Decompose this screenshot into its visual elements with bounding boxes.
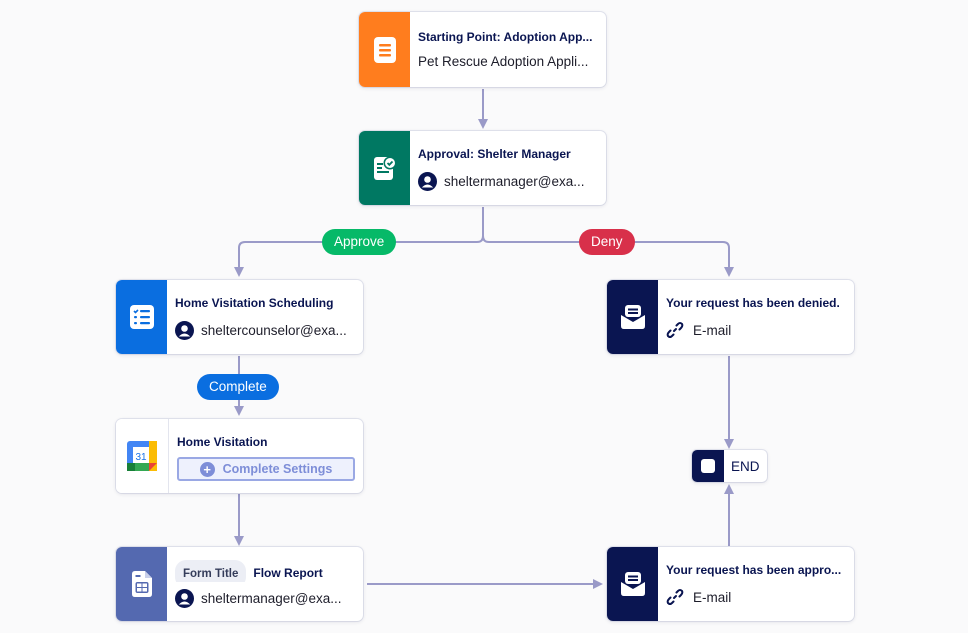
- form-title-badge: Form Title: [175, 560, 247, 582]
- user-avatar-icon: [418, 171, 437, 191]
- end-label: END: [731, 458, 760, 474]
- channel-label: E-mail: [693, 322, 732, 338]
- plus-icon: +: [199, 461, 215, 477]
- email-icon: [620, 572, 645, 596]
- node-approval-shelter-manager[interactable]: Approval: Shelter Manager sheltermanager…: [359, 131, 606, 205]
- node-title: Home Visitation Scheduling: [175, 296, 334, 310]
- node-starting-point[interactable]: Starting Point: Adoption App... Pet Resc…: [359, 12, 606, 87]
- assignee-email: sheltermanager@exa...: [444, 173, 585, 189]
- form-icon: [373, 36, 396, 63]
- task-list-icon: [129, 305, 154, 329]
- workflow-canvas[interactable]: Starting Point: Adoption App... Pet Resc…: [0, 0, 968, 633]
- channel-label: E-mail: [693, 589, 732, 605]
- report-icon: [131, 571, 152, 597]
- node-title: Your request has been denied.: [666, 296, 840, 310]
- node-subtitle: Pet Rescue Adoption Appli...: [418, 54, 589, 69]
- node-title: Approval: Shelter Manager: [418, 147, 571, 161]
- assignee-email: sheltercounselor@exa...: [201, 322, 347, 338]
- node-title: Home Visitation: [177, 435, 268, 449]
- node-flow-report[interactable]: Form Title Flow Report sheltermanager@exa…: [116, 547, 363, 621]
- node-home-visitation[interactable]: 31 Home Visitation + Complete Settings: [116, 419, 363, 493]
- approval-icon: [373, 156, 396, 180]
- email-icon: [620, 305, 645, 329]
- node-title: Starting Point: Adoption App...: [418, 29, 593, 44]
- node-title: Flow Report: [253, 566, 323, 580]
- assignee-email: sheltermanager@exa...: [201, 590, 342, 606]
- branch-deny-label[interactable]: Deny: [579, 229, 635, 255]
- link-icon: [666, 321, 684, 339]
- stop-icon: [701, 459, 715, 473]
- branch-approve-label[interactable]: Approve: [322, 229, 397, 255]
- google-calendar-icon: 31: [127, 441, 157, 471]
- node-end[interactable]: END: [692, 450, 767, 482]
- user-avatar-icon: [175, 320, 194, 340]
- node-email-denied[interactable]: Your request has been denied. E-mail: [607, 280, 854, 354]
- complete-settings-button[interactable]: + Complete Settings: [177, 457, 355, 481]
- user-avatar-icon: [175, 588, 194, 608]
- node-home-visitation-scheduling[interactable]: Home Visitation Scheduling sheltercounse…: [116, 280, 363, 354]
- link-icon: [666, 588, 684, 606]
- calendar-day: 31: [135, 452, 147, 463]
- node-email-approved[interactable]: Your request has been appro... E-mail: [607, 547, 854, 621]
- complete-settings-label: Complete Settings: [222, 462, 333, 476]
- node-title: Your request has been appro...: [666, 563, 842, 577]
- branch-complete-label[interactable]: Complete: [197, 374, 279, 400]
